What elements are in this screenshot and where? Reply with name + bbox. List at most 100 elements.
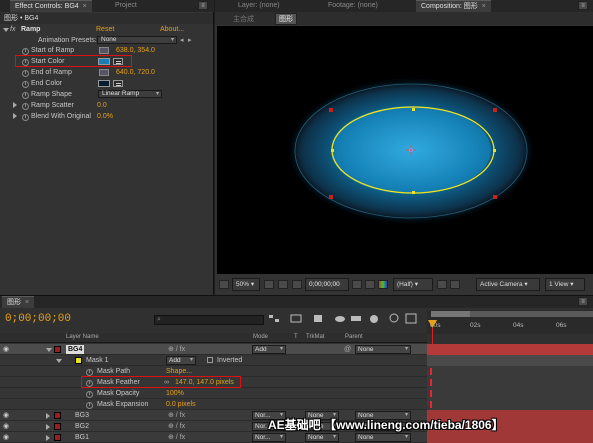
timeline-current-time[interactable]: 0;00;00;00 — [5, 313, 71, 325]
mask-vertex-left[interactable] — [331, 149, 334, 152]
mask-vertex-right[interactable] — [493, 149, 496, 152]
eyedropper-icon[interactable] — [113, 80, 123, 87]
mask-vertex-bottom[interactable] — [412, 191, 415, 194]
transparency-grid-icon[interactable] — [450, 280, 460, 289]
layer-bar-bg1[interactable] — [427, 432, 593, 443]
point-target-icon[interactable] — [99, 47, 109, 54]
mode-dropdown[interactable]: Nor... — [252, 433, 286, 442]
panel-menu-icon[interactable]: ≡ — [198, 1, 208, 10]
mask-collapse-icon[interactable] — [56, 359, 62, 363]
mask-name[interactable]: Mask 1 — [86, 355, 109, 366]
layer-switches-icon[interactable]: ⊕ / fx — [168, 410, 185, 421]
panel-menu-icon[interactable]: ≡ — [578, 1, 588, 10]
view-layout-dropdown[interactable]: 1 View ▾ — [545, 278, 585, 291]
expand-triangle-icon[interactable] — [13, 113, 17, 119]
tab-close-icon[interactable]: × — [480, 3, 486, 10]
hide-shy-layers-icon[interactable] — [334, 313, 346, 324]
tab-effect-controls[interactable]: Effect Controls: BG4 × — [10, 0, 92, 12]
stopwatch-icon[interactable] — [22, 114, 29, 121]
layer-bar-bg4[interactable] — [427, 344, 593, 355]
stopwatch-icon[interactable] — [86, 391, 93, 398]
layer-label-color[interactable] — [54, 346, 61, 353]
parent-dropdown[interactable]: None — [355, 345, 411, 354]
bbox-handle-br[interactable] — [493, 195, 497, 199]
layer-label-color[interactable] — [54, 434, 61, 441]
comp-viewer[interactable] — [217, 26, 593, 274]
mask-color-swatch[interactable] — [75, 357, 82, 364]
resolution-dropdown[interactable]: (Half) ▾ — [393, 278, 433, 291]
layer-label-color[interactable] — [54, 412, 61, 419]
current-time-field[interactable]: 0;00;00;00 — [305, 278, 349, 291]
col-layer-name[interactable]: Layer Name — [66, 334, 99, 340]
stopwatch-icon[interactable] — [22, 48, 29, 55]
brainstorm-icon[interactable] — [388, 313, 400, 324]
keyframe-marker[interactable] — [430, 379, 432, 386]
mask-row[interactable]: Mask 1 Add Inverted — [0, 355, 427, 366]
layer-expand-icon[interactable] — [46, 435, 50, 441]
layer-switches-icon[interactable]: ⊕ / fx — [168, 421, 185, 432]
tab-layer[interactable]: Layer: (none) — [233, 0, 285, 12]
layer-row-bg4[interactable]: ◉ BG4 ⊕ / fx Add @ None — [0, 344, 427, 355]
layer-switches-icon[interactable]: ⊕ / fx — [168, 432, 185, 443]
keyframe-marker[interactable] — [430, 368, 432, 375]
mode-dropdown[interactable]: Add — [252, 345, 286, 354]
layer-search-input[interactable]: ⌕ — [154, 315, 264, 325]
stopwatch-icon[interactable] — [22, 70, 29, 77]
visibility-eye-icon[interactable]: ◉ — [3, 432, 9, 443]
about-link[interactable]: About... — [160, 24, 184, 35]
live-update-icon[interactable] — [290, 313, 302, 324]
breadcrumb-current-comp[interactable]: 图形 — [275, 13, 297, 25]
zoom-dropdown[interactable]: 50% ▾ — [232, 278, 260, 291]
bbox-handle-tr[interactable] — [493, 108, 497, 112]
layer-row-bg1[interactable]: ◉ BG1 ⊕ / fx Nor... None None — [0, 432, 427, 443]
camera-dropdown[interactable]: Active Camera ▾ — [476, 278, 540, 291]
keyframe-marker[interactable] — [430, 401, 432, 408]
reset-link[interactable]: Reset — [96, 24, 114, 35]
layer-name-bg2[interactable]: BG2 — [75, 421, 89, 432]
mask-mode-dropdown[interactable]: Add — [166, 356, 196, 365]
layer-collapse-icon[interactable] — [46, 348, 52, 352]
col-trkmat[interactable]: TrkMat — [306, 334, 324, 340]
panel-menu-icon[interactable]: ≡ — [578, 297, 588, 306]
presets-dropdown[interactable]: None — [97, 36, 177, 44]
collapse-triangle-icon[interactable] — [3, 28, 9, 32]
visibility-eye-icon[interactable]: ◉ — [3, 344, 9, 355]
col-parent[interactable]: Parent — [345, 334, 363, 340]
end-of-ramp-value[interactable]: 640.0, 720.0 — [116, 67, 155, 78]
visibility-eye-icon[interactable]: ◉ — [3, 410, 9, 421]
graph-editor-icon[interactable] — [405, 313, 417, 324]
bbox-handle-bl[interactable] — [329, 195, 333, 199]
bbox-handle-tl[interactable] — [329, 108, 333, 112]
breadcrumb-main-comp[interactable]: 主合成 — [233, 14, 254, 24]
tab-timeline-comp[interactable]: 图形 × — [2, 296, 35, 308]
end-color-swatch[interactable] — [98, 80, 110, 87]
inverted-checkbox[interactable] — [207, 357, 213, 363]
layer-name-bg3[interactable]: BG3 — [75, 410, 89, 421]
col-t[interactable]: T — [294, 334, 298, 340]
fx-icon[interactable]: fx — [10, 24, 15, 35]
col-mode[interactable]: Mode — [253, 334, 268, 340]
mask-opacity-value[interactable]: 100% — [166, 388, 184, 399]
mask-expansion-value[interactable]: 0.0 pixels — [166, 399, 196, 410]
work-area-bar[interactable] — [431, 311, 471, 317]
tab-project[interactable]: Project — [110, 0, 142, 12]
mask-visibility-icon[interactable] — [278, 280, 288, 289]
stopwatch-icon[interactable] — [22, 92, 29, 99]
visibility-eye-icon[interactable]: ◉ — [3, 421, 9, 432]
show-snapshot-icon[interactable] — [365, 280, 375, 289]
tab-footage[interactable]: Footage: (none) — [323, 0, 383, 12]
keyframe-marker[interactable] — [430, 390, 432, 397]
layer-label-color[interactable] — [54, 423, 61, 430]
channel-icon[interactable] — [378, 280, 388, 289]
tab-close-icon[interactable]: × — [81, 3, 87, 10]
tab-close-icon[interactable]: × — [23, 299, 29, 306]
frame-blending-icon[interactable] — [350, 313, 362, 324]
roi-icon[interactable] — [437, 280, 447, 289]
layer-expand-icon[interactable] — [46, 413, 50, 419]
tab-composition[interactable]: Composition: 图形 × — [416, 0, 491, 12]
expand-triangle-icon[interactable] — [13, 102, 17, 108]
ramp-shape-dropdown[interactable]: Linear Ramp — [98, 90, 162, 98]
stopwatch-icon[interactable] — [86, 402, 93, 409]
blend-value[interactable]: 0.0% — [97, 111, 113, 122]
effect-header-row[interactable]: fx Ramp Reset About... — [0, 24, 213, 35]
